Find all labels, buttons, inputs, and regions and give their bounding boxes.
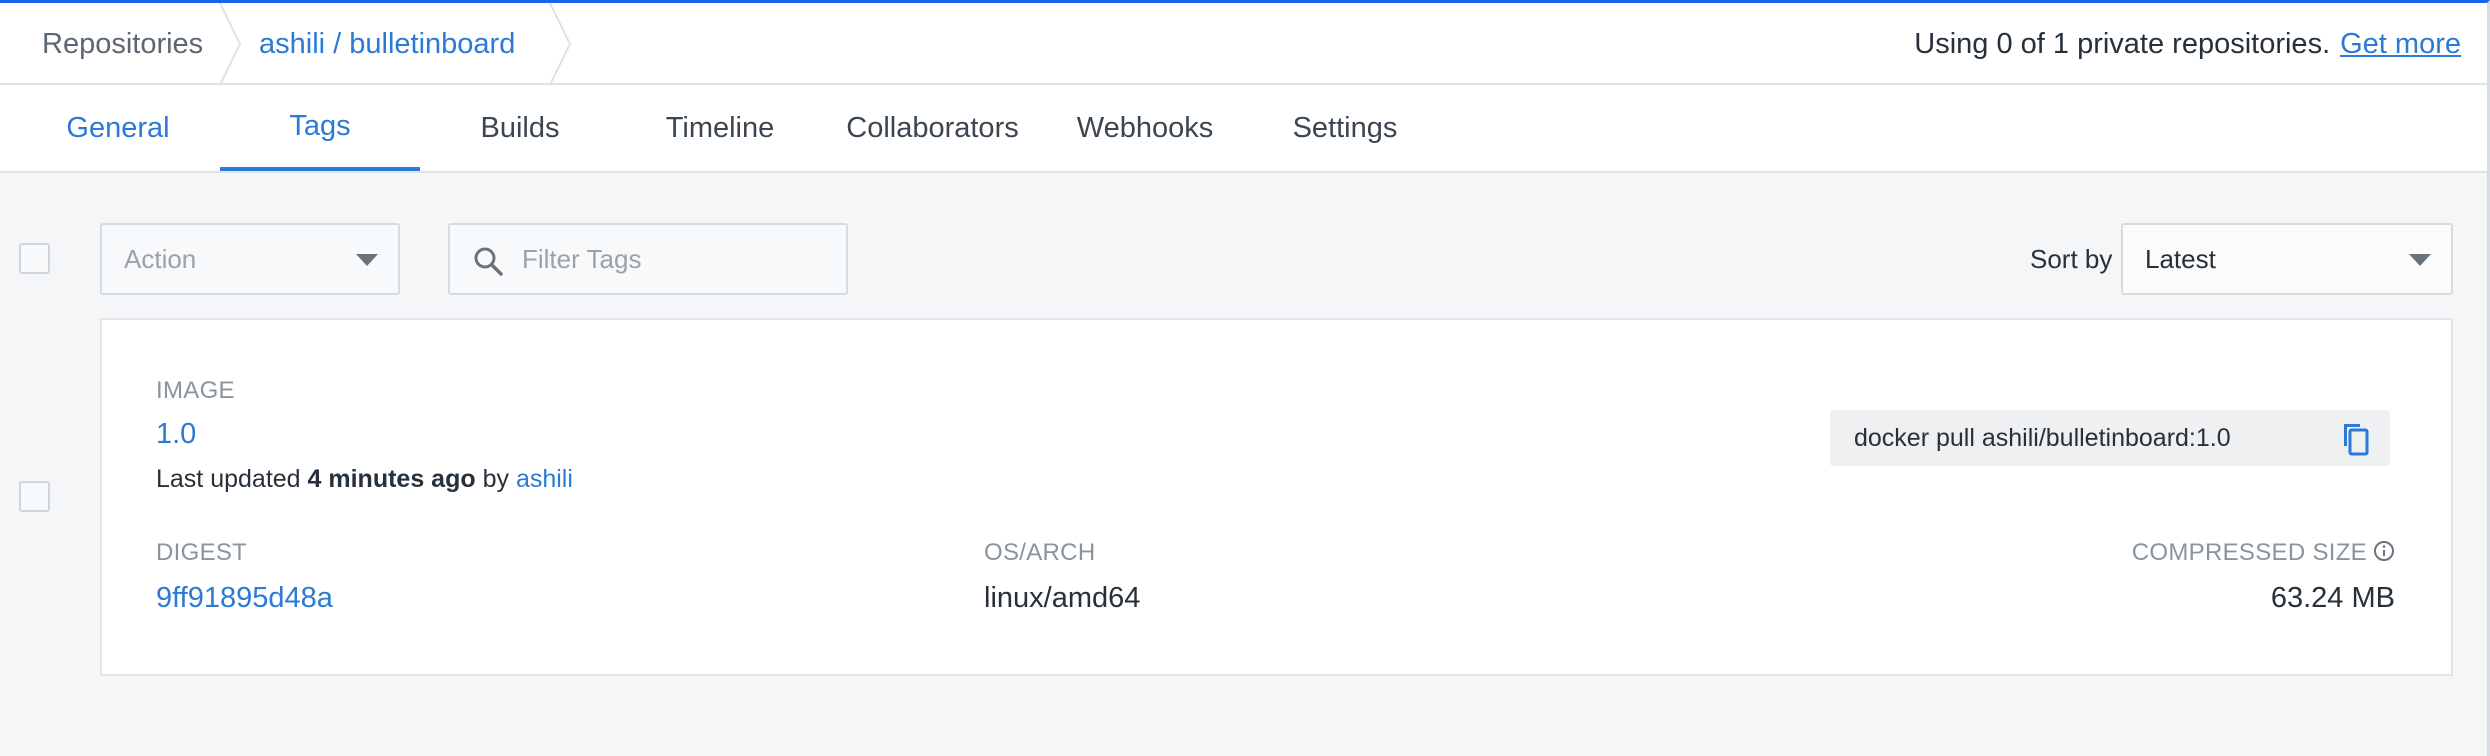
tab-bar: General Tags Builds Timeline Collaborato… xyxy=(0,85,2487,173)
private-repo-notice: Using 0 of 1 private repositories. Get m… xyxy=(1914,3,2461,85)
updated-by-word: by xyxy=(482,465,509,493)
breadcrumb: Repositories ashili / bulletinboard Usin… xyxy=(0,3,2487,85)
sort-by-label: Sort by xyxy=(2030,243,2113,274)
select-all-checkbox[interactable] xyxy=(19,243,50,274)
sort-dropdown-value: Latest xyxy=(2145,243,2216,274)
breadcrumb-separator-icon xyxy=(219,3,242,85)
info-icon[interactable] xyxy=(2373,540,2395,562)
compressed-size-value: 63.24 MB xyxy=(2270,582,2395,614)
updated-prefix: Last updated xyxy=(156,465,301,493)
copy-icon[interactable] xyxy=(2338,422,2370,456)
private-repo-text: Using 0 of 1 private repositories. xyxy=(1914,27,2331,60)
updated-user-link[interactable]: ashili xyxy=(516,465,573,493)
tab-tags[interactable]: Tags xyxy=(220,85,420,171)
tab-builds[interactable]: Builds xyxy=(430,85,610,171)
breadcrumb-repo-link[interactable]: ashili / bulletinboard xyxy=(259,3,515,85)
pull-command-text: docker pull ashili/bulletinboard:1.0 xyxy=(1854,423,2231,452)
filter-tags-input[interactable]: Filter Tags xyxy=(448,223,848,295)
chevron-down-icon xyxy=(2409,254,2431,266)
os-arch-label: OS/ARCH xyxy=(984,539,1096,566)
get-more-link[interactable]: Get more xyxy=(2340,28,2461,61)
updated-time: 4 minutes ago xyxy=(307,465,476,493)
action-dropdown-label: Action xyxy=(124,243,197,274)
search-icon xyxy=(474,247,503,276)
digest-link[interactable]: 9ff91895d48a xyxy=(156,582,333,615)
os-arch-value: linux/amd64 xyxy=(984,582,1141,614)
image-label: IMAGE xyxy=(156,377,235,404)
breadcrumb-repositories-link[interactable]: Repositories xyxy=(42,3,203,85)
page: Repositories ashili / bulletinboard Usin… xyxy=(0,0,2490,756)
chevron-down-icon xyxy=(356,254,378,266)
tag-row-checkbox[interactable] xyxy=(19,481,50,512)
pull-command: docker pull ashili/bulletinboard:1.0 xyxy=(1830,410,2390,466)
last-updated: Last updated 4 minutes ago by ashili xyxy=(156,465,573,494)
filter-tags-placeholder: Filter Tags xyxy=(522,243,642,274)
tag-link[interactable]: 1.0 xyxy=(156,418,196,451)
tab-timeline[interactable]: Timeline xyxy=(630,85,810,171)
tab-webhooks[interactable]: Webhooks xyxy=(1050,85,1240,171)
digest-label: DIGEST xyxy=(156,539,248,566)
sort-dropdown[interactable]: Latest xyxy=(2121,223,2453,295)
breadcrumb-separator-icon xyxy=(549,3,572,85)
tab-settings[interactable]: Settings xyxy=(1255,85,1435,171)
compressed-size-label: COMPRESSED SIZE xyxy=(2131,539,2367,566)
action-dropdown[interactable]: Action xyxy=(100,223,400,295)
tab-general[interactable]: General xyxy=(28,85,208,171)
tab-collaborators[interactable]: Collaborators xyxy=(835,85,1030,171)
tag-card: IMAGE 1.0 Last updated 4 minutes ago by … xyxy=(100,318,2453,676)
